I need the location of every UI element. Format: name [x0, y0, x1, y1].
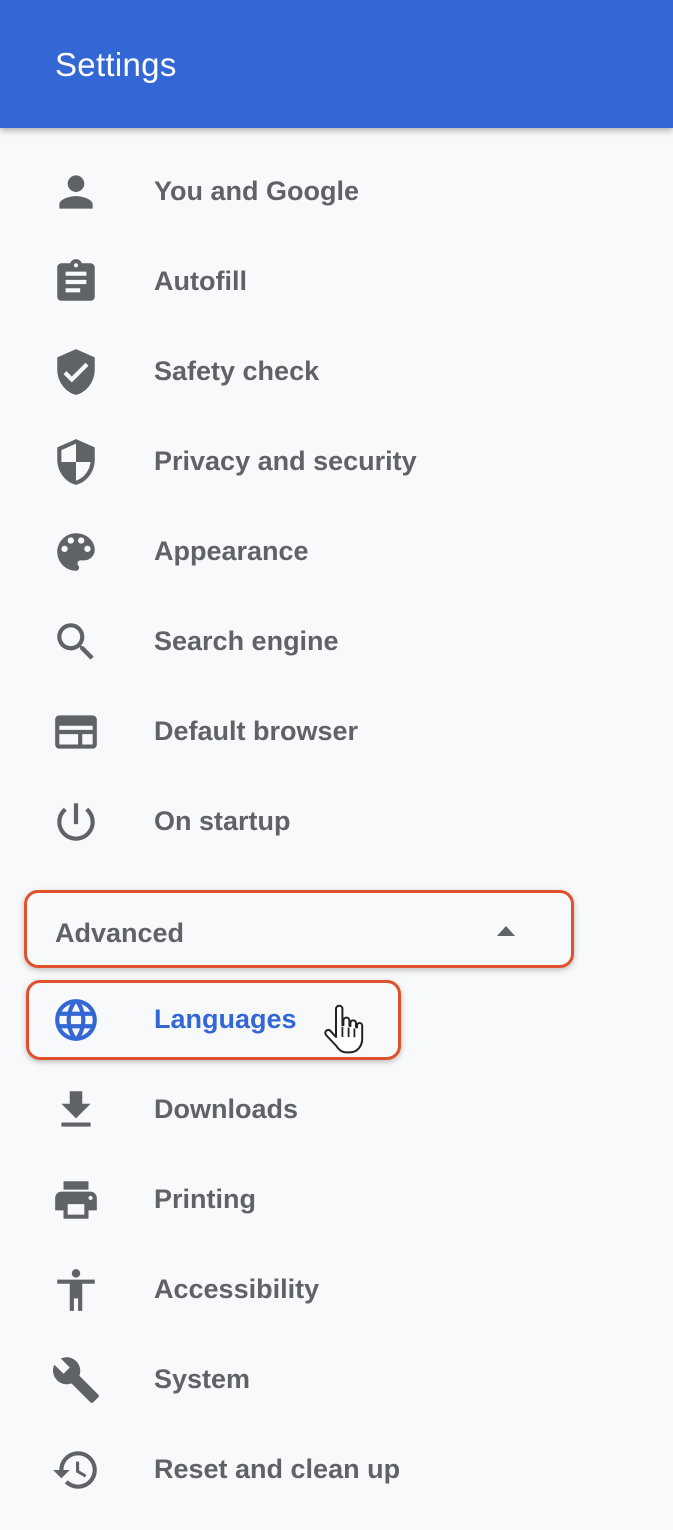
- sidebar-item-system[interactable]: System: [0, 1335, 560, 1425]
- sidebar-item-label: Printing: [154, 1184, 256, 1214]
- sidebar-item-appearance[interactable]: Appearance: [0, 507, 560, 597]
- sidebar-item-autofill[interactable]: Autofill: [0, 237, 560, 327]
- advanced-label: Advanced: [55, 918, 185, 948]
- sidebar-item-label: Safety check: [154, 356, 320, 386]
- page-title: Settings: [55, 46, 177, 83]
- browser-window-icon: [51, 707, 101, 757]
- sidebar-item-default-browser[interactable]: Default browser: [0, 687, 560, 777]
- sidebar-item-label: On startup: [154, 806, 291, 836]
- wrench-icon: [51, 1355, 101, 1405]
- shield-check-icon: [51, 347, 101, 397]
- accessibility-icon: [51, 1265, 101, 1315]
- power-icon: [51, 797, 101, 847]
- hand-cursor-icon: [324, 1004, 364, 1054]
- sidebar-item-label: Autofill: [154, 266, 247, 296]
- sidebar-item-label: System: [154, 1364, 251, 1394]
- advanced-toggle[interactable]: Advanced: [24, 890, 574, 968]
- printer-icon: [51, 1175, 101, 1225]
- restore-icon: [51, 1445, 101, 1495]
- sidebar-item-label: Default browser: [154, 716, 359, 746]
- sidebar-item-label: Appearance: [154, 536, 309, 566]
- sidebar-item-downloads[interactable]: Downloads: [0, 1065, 560, 1155]
- sidebar-item-reset-and-clean-up[interactable]: Reset and clean up: [0, 1425, 560, 1515]
- palette-icon: [51, 527, 101, 577]
- sidebar-item-label: Languages: [154, 1004, 297, 1034]
- sidebar-item-label: Accessibility: [154, 1274, 320, 1304]
- download-icon: [51, 1085, 101, 1135]
- clipboard-icon: [51, 257, 101, 307]
- sidebar-item-label: Downloads: [154, 1094, 299, 1124]
- sidebar-item-label: You and Google: [154, 176, 359, 206]
- settings-header: Settings: [0, 0, 673, 128]
- sidebar-item-label: Privacy and security: [154, 446, 417, 476]
- sidebar-item-accessibility[interactable]: Accessibility: [0, 1245, 560, 1335]
- shield-icon: [51, 437, 101, 487]
- person-icon: [51, 167, 101, 217]
- sidebar-item-label: Reset and clean up: [154, 1454, 401, 1484]
- caret-up-icon: [497, 926, 515, 936]
- sidebar-item-languages[interactable]: Languages: [0, 975, 560, 1065]
- sidebar-item-on-startup[interactable]: On startup: [0, 777, 560, 867]
- sidebar-item-search-engine[interactable]: Search engine: [0, 597, 560, 687]
- search-icon: [51, 617, 101, 667]
- sidebar-item-privacy-and-security[interactable]: Privacy and security: [0, 417, 560, 507]
- sidebar-item-you-and-google[interactable]: You and Google: [0, 147, 560, 237]
- sidebar-item-label: Search engine: [154, 626, 339, 656]
- sidebar-item-printing[interactable]: Printing: [0, 1155, 560, 1245]
- sidebar-item-safety-check[interactable]: Safety check: [0, 327, 560, 417]
- globe-icon: [51, 995, 101, 1045]
